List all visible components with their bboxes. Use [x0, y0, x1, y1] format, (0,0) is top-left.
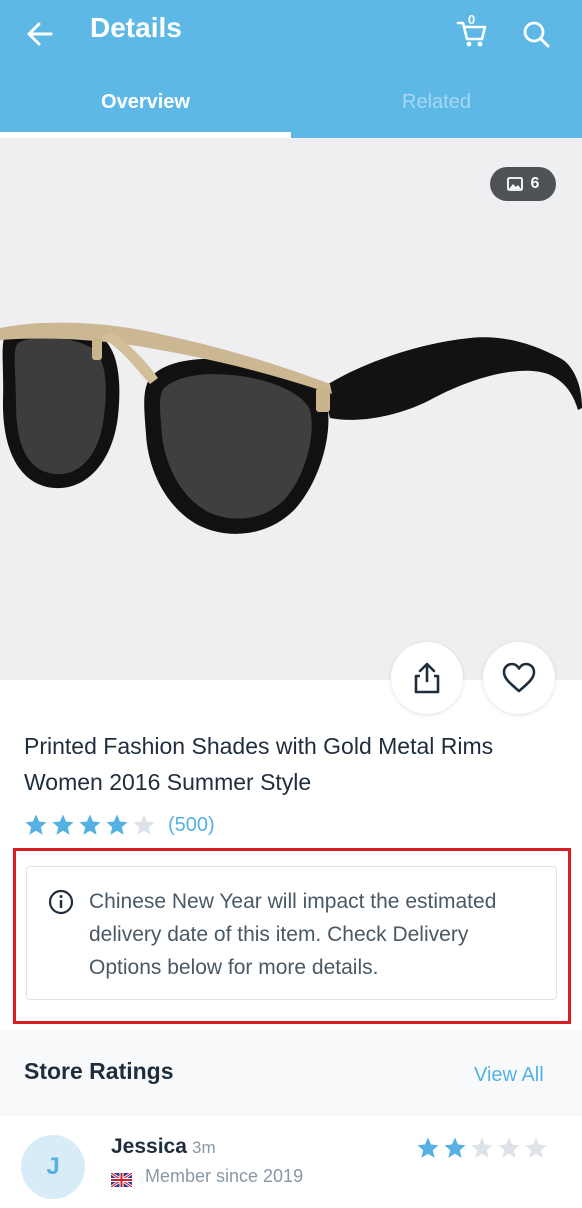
product-rating[interactable]: (500)	[24, 810, 215, 840]
back-button[interactable]	[20, 14, 60, 54]
uk-flag-icon	[111, 1173, 132, 1187]
favorite-button[interactable]	[483, 642, 555, 714]
star-empty-icon	[498, 1137, 520, 1158]
store-ratings-title: Store Ratings	[24, 1058, 174, 1084]
info-icon	[48, 889, 74, 915]
review-rating-stars	[416, 1136, 548, 1160]
search-button[interactable]	[514, 12, 558, 56]
review-item: J Jessica 3m Member since 2019	[0, 1116, 582, 1208]
star-filled-icon	[106, 814, 128, 835]
star-filled-icon	[417, 1137, 439, 1158]
star-empty-icon	[525, 1137, 547, 1158]
share-icon	[414, 662, 440, 694]
tab-related[interactable]: Related	[291, 84, 582, 138]
review-age: 3m	[192, 1138, 216, 1157]
heart-icon	[502, 662, 536, 693]
page-title: Details	[90, 12, 182, 43]
cart-count: 0	[468, 12, 476, 27]
rating-count[interactable]: (500)	[168, 814, 215, 837]
reviewer-name: Jessica	[111, 1135, 187, 1158]
star-empty-icon	[471, 1137, 493, 1158]
delivery-notice: Chinese New Year will impact the estimat…	[26, 866, 557, 1000]
sunglasses-image	[0, 322, 582, 534]
member-since: Member since 2019	[145, 1166, 304, 1186]
app-header: Details 0 Overview Related	[0, 0, 582, 138]
share-button[interactable]	[391, 642, 463, 714]
star-filled-icon	[444, 1137, 466, 1158]
search-icon	[523, 21, 550, 48]
star-filled-icon	[25, 814, 47, 835]
notice-text: Chinese New Year will impact the estimat…	[89, 890, 497, 979]
view-all-link[interactable]: View All	[474, 1064, 544, 1087]
product-image-gallery[interactable]: 6	[0, 138, 582, 680]
product-title: Printed Fashion Shades with Gold Metal R…	[24, 733, 494, 795]
avatar: J	[21, 1135, 85, 1199]
star-filled-icon	[79, 814, 101, 835]
star-empty-icon	[133, 814, 155, 835]
rating-stars	[24, 813, 156, 837]
cart-button[interactable]: 0	[450, 10, 494, 54]
star-filled-icon	[52, 814, 74, 835]
tab-overview[interactable]: Overview	[0, 84, 291, 138]
arrow-left-icon	[27, 22, 53, 46]
